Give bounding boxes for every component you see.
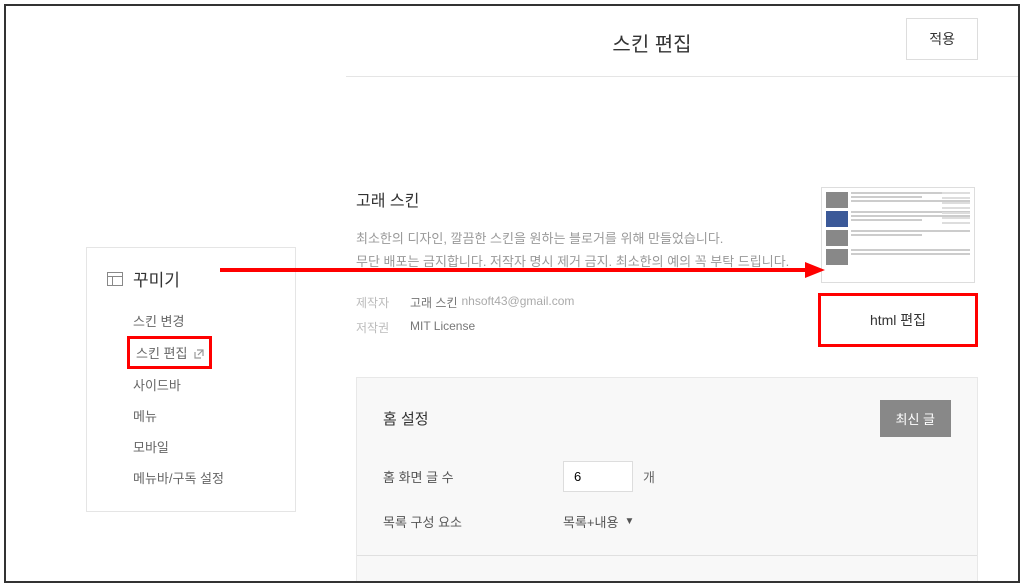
post-count-unit: 개 xyxy=(643,467,655,486)
main-content: 고래 스킨 최소한의 디자인, 깔끔한 스킨을 원하는 블로거를 위해 만들었습… xyxy=(306,77,1018,583)
apply-button[interactable]: 적용 xyxy=(906,18,978,60)
license-value: MIT License xyxy=(410,319,475,336)
post-count-label: 홈 화면 글 수 xyxy=(383,467,563,486)
home-settings-section: 홈 설정 최신 글 홈 화면 글 수 개 목록 구성 요소 목록+내용 ▼ 기본 xyxy=(356,377,978,583)
sidebar: 꾸미기 스킨 변경 스킨 편집 사이드바 메뉴 모바일 메뉴바/구독 설정 xyxy=(6,77,306,583)
post-count-input[interactable] xyxy=(563,461,633,492)
sidebar-item-menu[interactable]: 메뉴 xyxy=(133,400,275,431)
sidebar-item-skin-edit[interactable]: 스킨 편집 xyxy=(127,336,212,369)
basic-settings-title: 기본 설정 xyxy=(383,581,442,583)
home-settings-title: 홈 설정 xyxy=(383,408,429,429)
skin-description: 최소한의 디자인, 깔끔한 스킨을 원하는 블로거를 위해 만들었습니다. 무단… xyxy=(356,227,818,274)
author-label: 제작자 xyxy=(356,294,410,311)
sidebar-item-mobile[interactable]: 모바일 xyxy=(133,431,275,462)
divider xyxy=(357,555,977,556)
sidebar-item-menubar-subscribe[interactable]: 메뉴바/구독 설정 xyxy=(133,462,275,493)
list-component-label: 목록 구성 요소 xyxy=(383,512,563,531)
html-edit-button[interactable]: html 편집 xyxy=(818,293,978,347)
skin-name: 고래 스킨 xyxy=(356,187,818,211)
license-label: 저작권 xyxy=(356,319,410,336)
page-title: 스킨 편집 xyxy=(612,28,691,57)
sidebar-section-title: 꾸미기 xyxy=(133,266,180,291)
list-component-dropdown[interactable]: 목록+내용 ▼ xyxy=(563,512,634,531)
sidebar-item-sidebar[interactable]: 사이드바 xyxy=(133,369,275,400)
sidebar-item-skin-change[interactable]: 스킨 변경 xyxy=(133,305,275,336)
latest-posts-button[interactable]: 최신 글 xyxy=(880,400,952,437)
skin-thumbnail xyxy=(821,187,975,283)
author-value: 고래 스킨 xyxy=(410,294,458,311)
sidebar-item-label: 스킨 편집 xyxy=(136,343,187,362)
layout-icon xyxy=(107,272,123,286)
author-email: nhsoft43@gmail.com xyxy=(462,294,575,311)
chevron-down-icon: ▼ xyxy=(624,516,634,527)
external-link-icon xyxy=(193,348,203,358)
